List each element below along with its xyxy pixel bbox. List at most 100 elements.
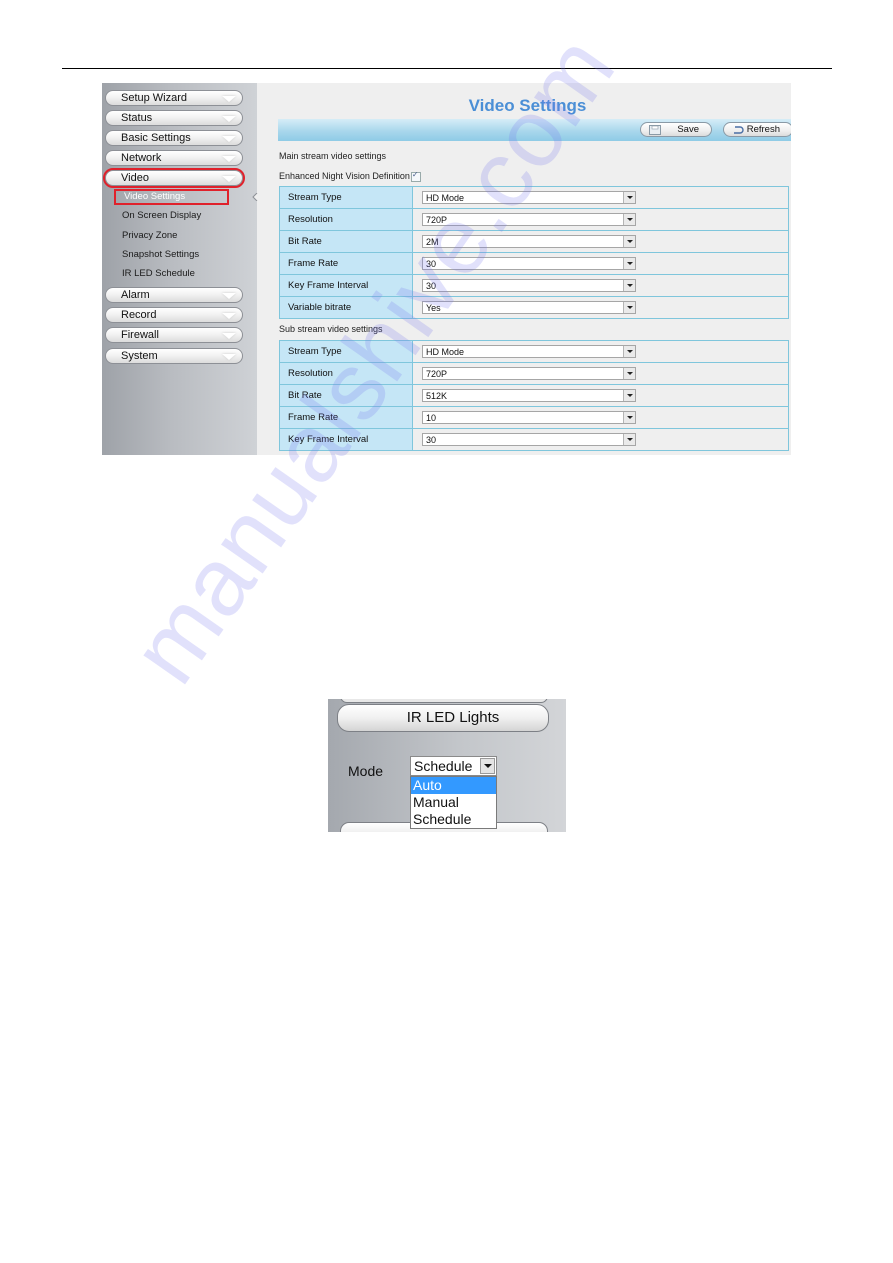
dropdown-arrow-icon[interactable]: [623, 346, 635, 357]
refresh-button[interactable]: Refresh: [723, 122, 791, 137]
sub-key-frame-interval-select[interactable]: 30: [422, 433, 636, 446]
sub-frame-rate-select[interactable]: 10: [422, 411, 636, 424]
subnav-snapshot-settings[interactable]: Snapshot Settings: [122, 247, 199, 262]
nav-basic-settings[interactable]: Basic Settings: [105, 130, 243, 146]
sub-stream-type-select[interactable]: HD Mode: [422, 345, 636, 358]
dropdown-arrow-icon[interactable]: [623, 434, 635, 445]
ir-led-lights-screenshot: IR LED Lights Mode Schedule Auto Manual …: [328, 699, 566, 832]
dropdown-arrow-icon[interactable]: [623, 390, 635, 401]
select-value: 10: [426, 413, 437, 423]
nav-label: Video: [121, 172, 149, 184]
nav-label: Basic Settings: [121, 132, 191, 144]
nav-label: Firewall: [121, 329, 159, 341]
dropdown-arrow-icon[interactable]: [623, 236, 635, 247]
main-stream-heading: Main stream video settings: [279, 151, 387, 161]
table-row: Key Frame Interval 30: [279, 274, 789, 297]
table-row: Bit Rate 512K: [279, 384, 789, 407]
nav-record[interactable]: Record: [105, 307, 243, 323]
video-settings-panel: Video Settings Save Refresh Main stream …: [264, 83, 791, 455]
chevron-down-icon: [222, 333, 236, 339]
nav-label: Network: [121, 152, 162, 164]
subnav-ir-led-schedule[interactable]: IR LED Schedule: [122, 266, 195, 281]
table-row: Stream Type HD Mode: [279, 186, 789, 209]
save-label: Save: [677, 124, 699, 135]
dropdown-arrow-icon[interactable]: [623, 280, 635, 291]
chevron-down-icon: [222, 136, 236, 142]
mode-label: Mode: [348, 763, 384, 779]
nav-alarm[interactable]: Alarm: [105, 287, 243, 303]
dropdown-arrow-icon[interactable]: [623, 258, 635, 269]
select-value: 512K: [426, 391, 448, 401]
nav-status[interactable]: Status: [105, 110, 243, 126]
row-label: Key Frame Interval: [279, 274, 413, 297]
nav-label: Alarm: [121, 289, 150, 301]
main-stream-type-select[interactable]: HD Mode: [422, 191, 636, 204]
subnav-privacy-zone[interactable]: Privacy Zone: [122, 228, 177, 243]
chevron-down-icon: [222, 354, 236, 360]
table-row: Resolution 720P: [279, 362, 789, 385]
select-value: 30: [426, 259, 437, 269]
night-vision-checkbox[interactable]: [410, 170, 421, 182]
toolbar: Save Refresh: [278, 119, 791, 141]
nav-setup-wizard[interactable]: Setup Wizard: [105, 90, 243, 106]
table-row: Key Frame Interval 30: [279, 428, 789, 451]
nav-label: Setup Wizard: [121, 92, 188, 104]
ir-led-lights-button[interactable]: IR LED Lights: [337, 704, 549, 732]
nav-system[interactable]: System: [105, 348, 243, 364]
table-row: Variable bitrate Yes: [279, 296, 789, 319]
row-label: Variable bitrate: [279, 296, 413, 319]
row-label: Stream Type: [279, 340, 413, 363]
chevron-down-icon: [222, 156, 236, 162]
mode-select[interactable]: Schedule: [410, 756, 497, 776]
table-row: Resolution 720P: [279, 208, 789, 231]
sub-bit-rate-select[interactable]: 512K: [422, 389, 636, 402]
sidebar: Setup Wizard Status Basic Settings Netwo…: [102, 83, 258, 455]
sub-stream-table: Stream Type HD Mode Resolution 720P Bit …: [279, 340, 789, 451]
mode-option-manual[interactable]: Manual: [411, 794, 496, 811]
mode-option-auto[interactable]: Auto: [411, 777, 496, 794]
chevron-down-icon: [222, 116, 236, 122]
select-value: 720P: [426, 215, 448, 225]
main-stream-table: Stream Type HD Mode Resolution 720P Bit …: [279, 186, 789, 319]
night-vision-row: Enhanced Night Vision Definition: [279, 170, 421, 182]
save-disk-icon: [649, 125, 661, 135]
dropdown-arrow-icon[interactable]: [623, 368, 635, 379]
nav-network[interactable]: Network: [105, 150, 243, 166]
subnav-video-settings[interactable]: Video Settings: [114, 189, 229, 205]
row-label: Frame Rate: [279, 252, 413, 275]
active-pointer-icon: [252, 193, 258, 201]
nav-firewall[interactable]: Firewall: [105, 327, 243, 343]
main-key-frame-interval-select[interactable]: 30: [422, 279, 636, 292]
chevron-down-icon: [222, 96, 236, 102]
dropdown-arrow-icon[interactable]: [623, 192, 635, 203]
table-row: Frame Rate 30: [279, 252, 789, 275]
dropdown-arrow-icon[interactable]: [480, 758, 495, 774]
main-resolution-select[interactable]: 720P: [422, 213, 636, 226]
save-button[interactable]: Save: [640, 122, 712, 137]
sub-resolution-select[interactable]: 720P: [422, 367, 636, 380]
dropdown-arrow-icon[interactable]: [623, 412, 635, 423]
row-label: Resolution: [279, 362, 413, 385]
row-label: Stream Type: [279, 186, 413, 209]
sub-stream-heading: Sub stream video settings: [279, 324, 383, 334]
nav-label: Status: [121, 112, 153, 124]
row-label: Bit Rate: [279, 384, 413, 407]
chevron-down-icon: [222, 313, 236, 319]
mode-dropdown-list: Auto Manual Schedule: [410, 776, 497, 829]
nav-video[interactable]: Video: [103, 168, 245, 188]
mode-option-schedule[interactable]: Schedule: [411, 811, 496, 828]
previous-panel-button[interactable]: [340, 699, 548, 703]
page-header-rule: [62, 68, 832, 69]
main-bit-rate-select[interactable]: 2M: [422, 235, 636, 248]
select-value: 2M: [426, 237, 439, 247]
nav-label: System: [121, 350, 158, 362]
dropdown-arrow-icon[interactable]: [623, 214, 635, 225]
table-row: Frame Rate 10: [279, 406, 789, 429]
subnav-on-screen-display[interactable]: On Screen Display: [122, 208, 201, 223]
main-frame-rate-select[interactable]: 30: [422, 257, 636, 270]
select-value: 30: [426, 435, 437, 445]
dropdown-arrow-icon[interactable]: [623, 302, 635, 313]
chevron-down-icon: [222, 293, 236, 299]
row-label: Key Frame Interval: [279, 428, 413, 451]
main-variable-bitrate-select[interactable]: Yes: [422, 301, 636, 314]
